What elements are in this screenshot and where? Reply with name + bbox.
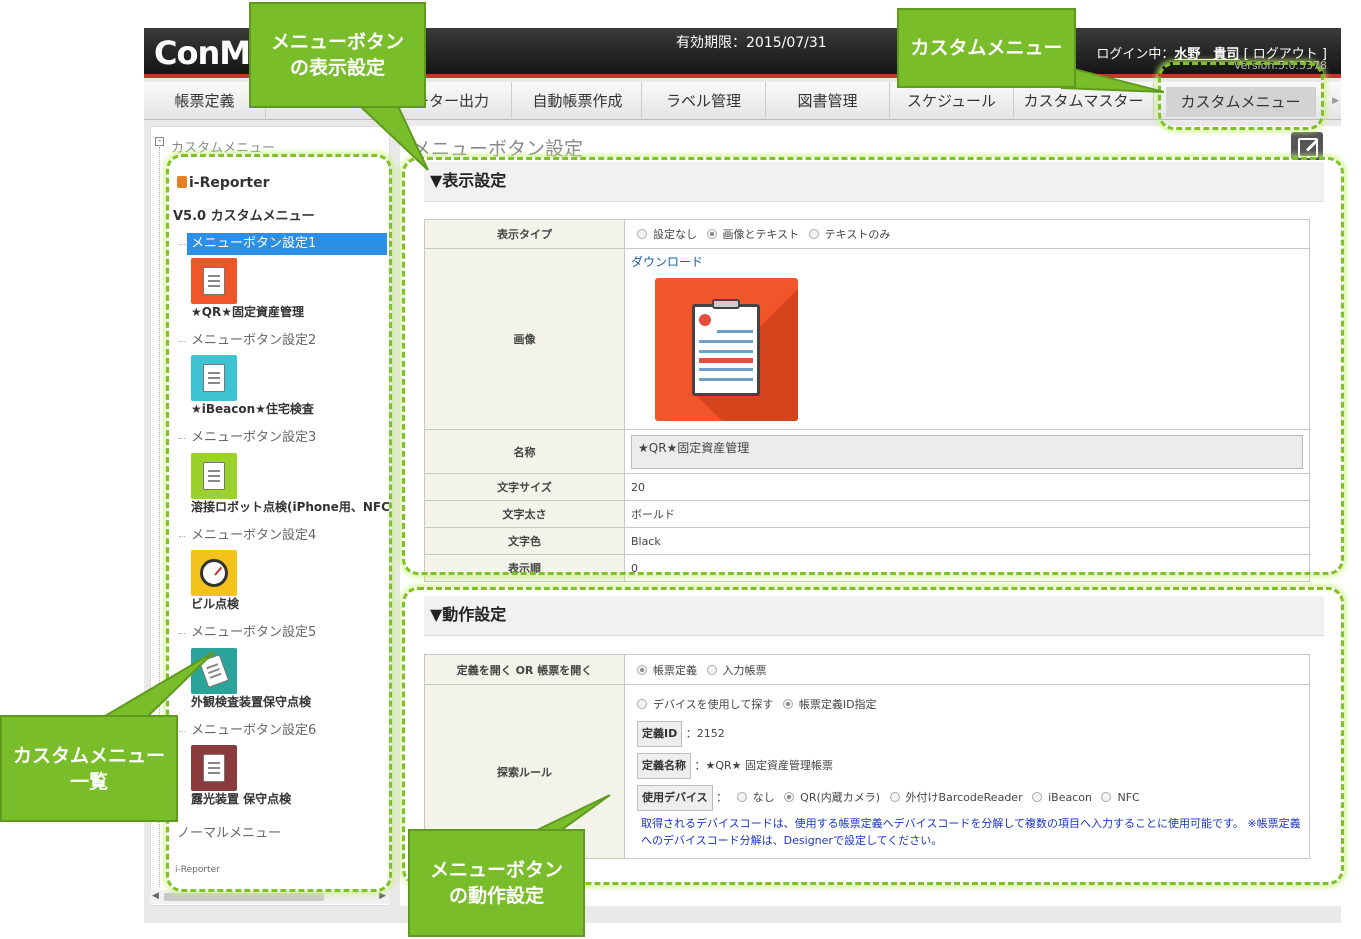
callout-button-action-text: メニューボタン の動作設定 [429, 859, 563, 907]
callout-pointers [101, 64, 1165, 832]
callout-custom-menu-list: カスタムメニュー 一覧 [0, 715, 178, 822]
callout-button-action: メニューボタン の動作設定 [408, 829, 585, 937]
callout-custom-menu-list-text: カスタムメニュー 一覧 [12, 744, 165, 793]
callout-button-display-text: メニューボタン の表示設定 [270, 31, 404, 79]
callout-custom-menu-text: カスタムメニュー [910, 37, 1063, 59]
callout-custom-menu: カスタムメニュー [897, 8, 1076, 88]
callout-button-display: メニューボタン の表示設定 [249, 2, 426, 108]
